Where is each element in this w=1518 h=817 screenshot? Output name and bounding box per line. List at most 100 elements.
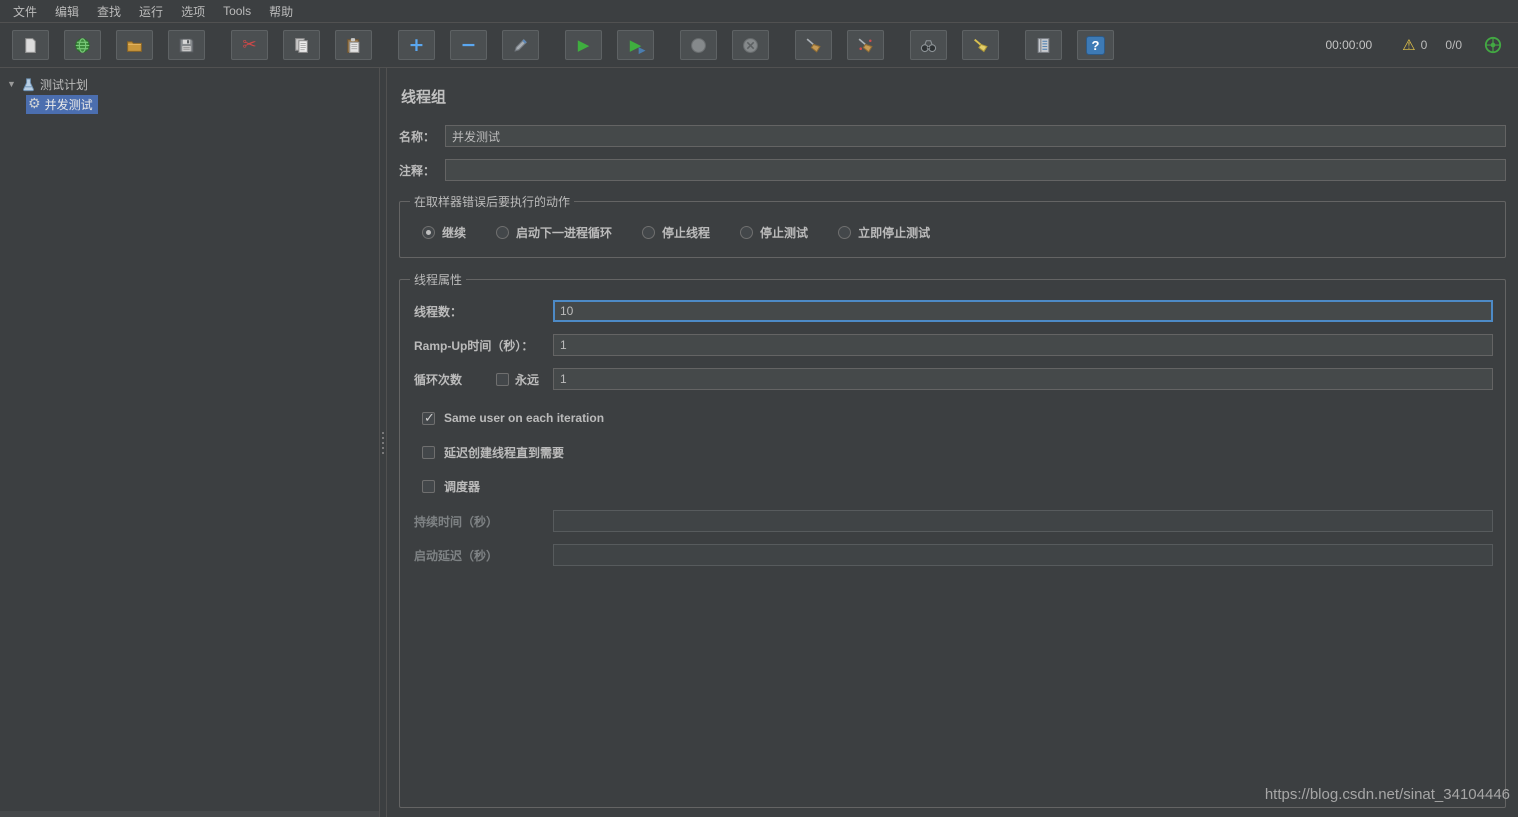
same-user-label: Same user on each iteration [444, 411, 604, 425]
threads-label: 线程数： [414, 303, 553, 320]
cut-button[interactable]: ✂ [231, 30, 268, 60]
radio-stop-thread[interactable]: 停止线程 [642, 224, 710, 241]
thread-properties-fieldset: 线程属性 线程数： Ramp-Up时间（秒）： 循环次数 永远 [399, 271, 1506, 808]
tree-item-label: 测试计划 [40, 76, 88, 93]
panel-splitter[interactable] [379, 68, 387, 817]
menu-help[interactable]: 帮助 [260, 0, 302, 23]
start-play-icon: ▶ [578, 38, 590, 53]
copy-button[interactable] [283, 30, 320, 60]
loop-count-input[interactable] [553, 368, 1493, 390]
watermark-url: https://blog.csdn.net/sinat_34104446 [1265, 786, 1510, 803]
delay-thread-creation-label: 延迟创建线程直到需要 [444, 444, 564, 461]
menu-run[interactable]: 运行 [130, 0, 172, 23]
error-action-legend: 在取样器错误后要执行的动作 [410, 193, 574, 210]
plus-icon: + [409, 36, 425, 55]
rampup-input[interactable] [553, 334, 1493, 356]
radio-continue[interactable]: 继续 [422, 224, 466, 241]
radio-dot-icon [496, 226, 509, 239]
clear-broom-icon [805, 37, 822, 54]
copy-icon [293, 37, 310, 54]
new-button[interactable] [12, 30, 49, 60]
gear-icon: ⚙ [28, 97, 41, 111]
radio-dot-icon [838, 226, 851, 239]
function-helper-button[interactable] [1025, 30, 1062, 60]
tree-item-label: 并发测试 [45, 96, 93, 113]
loop-count-label: 循环次数 [414, 371, 496, 388]
warning-icon[interactable]: ⚠ [1402, 38, 1415, 53]
search-reset-broom-icon [972, 37, 989, 54]
thread-properties-legend: 线程属性 [410, 271, 466, 288]
thread-group-panel: 线程组 名称： 注释： 在取样器错误后要执行的动作 继续 启动下一进程循环 [387, 68, 1518, 817]
toggle-button[interactable] [502, 30, 539, 60]
search-binoculars-icon [920, 37, 937, 54]
open-button[interactable] [116, 30, 153, 60]
tree-item-thread-group[interactable]: ⚙ 并发测试 [0, 94, 379, 114]
toolbar-status: 00:00:00 ⚠ 0 0/0 [1325, 36, 1506, 54]
cut-scissors-icon: ✂ [242, 37, 256, 54]
clear-button[interactable] [795, 30, 832, 60]
clear-all-button[interactable] [847, 30, 884, 60]
test-plan-icon [21, 77, 36, 92]
stop-button[interactable] [680, 30, 717, 60]
forever-label: 永远 [515, 371, 539, 388]
shutdown-button[interactable] [732, 30, 769, 60]
error-count: 0 [1421, 38, 1428, 52]
tree-horizontal-scrollbar[interactable] [0, 811, 379, 817]
radio-stop-test-now[interactable]: 立即停止测试 [838, 224, 930, 241]
minus-icon: − [461, 36, 477, 55]
tree-item-test-plan[interactable]: ▼ 测试计划 [0, 74, 379, 94]
threads-input[interactable] [553, 300, 1493, 322]
menu-tools[interactable]: Tools [214, 1, 260, 21]
radio-dot-icon [642, 226, 655, 239]
name-input[interactable] [445, 125, 1506, 147]
scheduler-label: 调度器 [444, 478, 480, 495]
shutdown-icon [742, 37, 759, 54]
clear-all-broom-icon [857, 37, 874, 54]
menu-search[interactable]: 查找 [88, 0, 130, 23]
menu-file[interactable]: 文件 [4, 0, 46, 23]
paste-button[interactable] [335, 30, 372, 60]
tree-selection: ⚙ 并发测试 [26, 95, 98, 114]
start-button[interactable]: ▶ [565, 30, 602, 60]
scheduler-checkbox[interactable] [422, 480, 435, 493]
new-file-icon [22, 37, 39, 54]
page-title: 线程组 [401, 86, 1506, 107]
test-plan-tree: ▼ 测试计划 ⚙ 并发测试 [0, 68, 379, 817]
radio-start-next-loop[interactable]: 启动下一进程循环 [496, 224, 612, 241]
delay-thread-creation-checkbox[interactable] [422, 446, 435, 459]
function-helper-notebook-icon [1035, 37, 1052, 54]
startup-delay-label: 启动延迟（秒） [414, 547, 553, 564]
duration-label: 持续时间（秒） [414, 513, 553, 530]
radio-stop-test[interactable]: 停止测试 [740, 224, 808, 241]
same-user-checkbox[interactable] [422, 412, 435, 425]
tree-expander-icon[interactable]: ▼ [7, 79, 20, 89]
menu-edit[interactable]: 编辑 [46, 0, 88, 23]
comments-label: 注释： [399, 162, 445, 179]
active-thread-count: 0/0 [1445, 38, 1462, 52]
menu-bar: 文件 编辑 查找 运行 选项 Tools 帮助 [0, 0, 1518, 23]
save-floppy-icon [178, 37, 195, 54]
comments-input[interactable] [445, 159, 1506, 181]
duration-input [553, 510, 1493, 532]
remote-status-icon [1484, 36, 1502, 54]
menu-options[interactable]: 选项 [172, 0, 214, 23]
forever-checkbox[interactable] [496, 373, 509, 386]
error-action-fieldset: 在取样器错误后要执行的动作 继续 启动下一进程循环 停止线程 停止测试 [399, 193, 1506, 258]
save-button[interactable] [168, 30, 205, 60]
test-timer: 00:00:00 [1325, 38, 1372, 52]
help-question-icon: ? [1086, 36, 1105, 55]
toolbar: ✂ + − ▶ ▶▶ [0, 23, 1518, 68]
templates-button[interactable] [64, 30, 101, 60]
startup-delay-input [553, 544, 1493, 566]
start-no-pauses-icon: ▶▶ [627, 36, 645, 54]
name-label: 名称： [399, 128, 445, 145]
help-button[interactable]: ? [1077, 30, 1114, 60]
remove-button[interactable]: − [450, 30, 487, 60]
search-button[interactable] [910, 30, 947, 60]
add-button[interactable]: + [398, 30, 435, 60]
start-no-pauses-button[interactable]: ▶▶ [617, 30, 654, 60]
radio-dot-icon [740, 226, 753, 239]
search-reset-button[interactable] [962, 30, 999, 60]
paste-clipboard-icon [345, 37, 362, 54]
stop-icon [690, 37, 707, 54]
